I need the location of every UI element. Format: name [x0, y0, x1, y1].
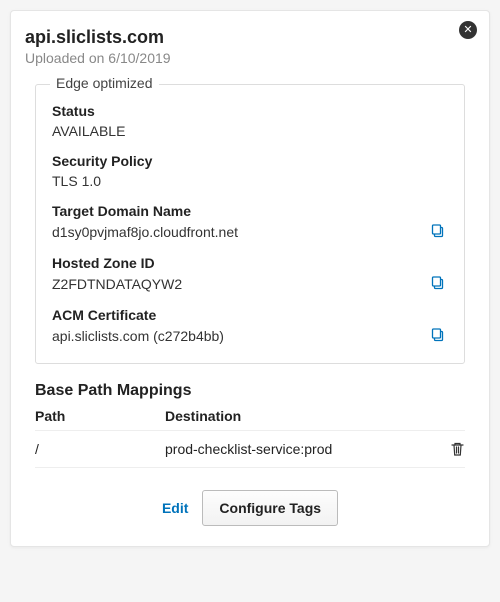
security-policy-label: Security Policy	[52, 153, 448, 169]
edge-optimized-group: Edge optimized Status AVAILABLE Security…	[35, 84, 465, 364]
hosted-zone-value: Z2FDTNDATAQYW2	[52, 276, 182, 292]
uploaded-date: Uploaded on 6/10/2019	[25, 50, 475, 66]
table-row: / prod-checklist-service:prod	[35, 430, 465, 468]
status-label: Status	[52, 103, 448, 119]
status-value: AVAILABLE	[52, 123, 448, 139]
mapping-path: /	[35, 441, 165, 457]
target-domain-value: d1sy0pvjmaf8jo.cloudfront.net	[52, 224, 238, 240]
trash-icon[interactable]	[437, 441, 465, 457]
copy-icon[interactable]	[430, 223, 448, 241]
mappings-table: Path Destination / prod-checklist-servic…	[35, 406, 465, 468]
close-icon[interactable]: ✕	[459, 21, 477, 39]
edit-button[interactable]: Edit	[162, 500, 188, 516]
col-header-path: Path	[35, 408, 165, 424]
action-bar: Edit Configure Tags	[25, 490, 475, 526]
domain-detail-card: ✕ api.sliclists.com Uploaded on 6/10/201…	[10, 10, 490, 547]
col-header-destination: Destination	[165, 408, 437, 424]
target-domain-label: Target Domain Name	[52, 203, 448, 219]
security-policy-value: TLS 1.0	[52, 173, 448, 189]
acm-cert-label: ACM Certificate	[52, 307, 448, 323]
mapping-destination: prod-checklist-service:prod	[165, 441, 437, 457]
edge-legend: Edge optimized	[50, 75, 159, 91]
configure-tags-button[interactable]: Configure Tags	[202, 490, 338, 526]
copy-icon[interactable]	[430, 275, 448, 293]
domain-title: api.sliclists.com	[25, 27, 475, 48]
mappings-heading: Base Path Mappings	[35, 382, 465, 400]
hosted-zone-label: Hosted Zone ID	[52, 255, 448, 271]
acm-cert-value: api.sliclists.com (c272b4bb)	[52, 328, 224, 344]
copy-icon[interactable]	[430, 327, 448, 345]
